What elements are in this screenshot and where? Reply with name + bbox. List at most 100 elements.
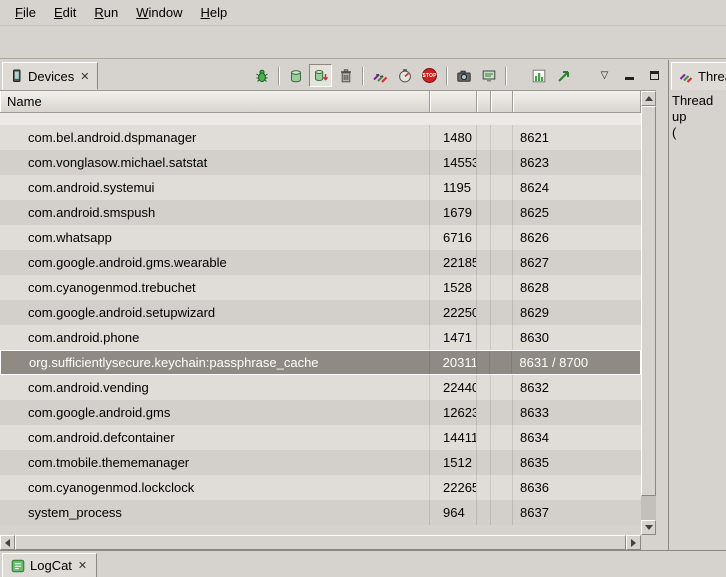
view-menu-icon[interactable]: ▽: [593, 64, 616, 87]
table-row[interactable]: com.whatsapp 6716 8626: [0, 225, 641, 250]
cause-gc-icon[interactable]: [334, 64, 357, 87]
table-row[interactable]: com.google.android.setupwizard 22250 862…: [0, 300, 641, 325]
process-name: com.android.vending: [0, 375, 430, 400]
screen-capture-icon[interactable]: [452, 64, 475, 87]
horizontal-scrollbar-thumb[interactable]: [15, 535, 626, 550]
partial-row: [0, 113, 641, 125]
table-row[interactable]: system_process 964 8637: [0, 500, 641, 525]
horizontal-scrollbar[interactable]: [0, 535, 656, 550]
tab-devices[interactable]: Devices ✕: [2, 62, 98, 90]
scroll-left-icon[interactable]: [0, 535, 15, 550]
table-row[interactable]: com.android.defcontainer 14411 8634: [0, 425, 641, 450]
table-row[interactable]: com.cyanogenmod.trebuchet 1528 8628: [0, 275, 641, 300]
process-port: 8626: [513, 225, 641, 250]
column-header-port[interactable]: [513, 91, 641, 112]
process-name: com.cyanogenmod.lockclock: [0, 475, 430, 500]
process-cell: [477, 325, 491, 350]
stop-process-icon[interactable]: STOP: [418, 64, 441, 87]
close-icon[interactable]: ✕: [77, 559, 88, 572]
close-icon[interactable]: ✕: [79, 70, 90, 83]
process-pid: 14553: [430, 150, 477, 175]
minimize-icon[interactable]: [618, 64, 641, 87]
menu-file[interactable]: File: [6, 1, 45, 24]
table-row[interactable]: com.android.vending 22440 8632: [0, 375, 641, 400]
process-cell: [491, 250, 513, 275]
dump-hprof-icon[interactable]: [309, 64, 332, 87]
column-header-pid[interactable]: [430, 91, 477, 112]
scroll-up-icon[interactable]: [641, 91, 656, 106]
process-port: 8633: [513, 400, 641, 425]
menu-edit[interactable]: Edit: [45, 1, 85, 24]
process-name: com.android.systemui: [0, 175, 430, 200]
process-pid: 1679: [430, 200, 477, 225]
process-pid: 1512: [430, 450, 477, 475]
process-name: com.android.smspush: [0, 200, 430, 225]
vertical-scrollbar-thumb[interactable]: [641, 106, 656, 496]
table-row[interactable]: com.google.android.gms.wearable 22185 86…: [0, 250, 641, 275]
system-info-icon[interactable]: [477, 64, 500, 87]
process-pid: 1528: [430, 275, 477, 300]
update-threads-icon[interactable]: [368, 64, 391, 87]
debug-bug-icon[interactable]: [250, 64, 273, 87]
process-name: org.sufficientlysecure.keychain:passphra…: [1, 351, 430, 374]
process-name: com.whatsapp: [0, 225, 430, 250]
column-header-name[interactable]: Name: [0, 91, 430, 112]
process-cell: [491, 150, 513, 175]
process-name: com.google.android.gms: [0, 400, 430, 425]
update-heap-icon[interactable]: [284, 64, 307, 87]
process-pid: 1480: [430, 125, 477, 150]
process-pid: 12623: [430, 400, 477, 425]
process-name: com.google.android.setupwizard: [0, 300, 430, 325]
process-cell: [491, 175, 513, 200]
table-row[interactable]: com.bel.android.dspmanager 1480 8621: [0, 125, 641, 150]
toolbar-separator: [505, 67, 506, 85]
process-port: 8630: [513, 325, 641, 350]
menu-run[interactable]: Run: [85, 1, 127, 24]
process-cell: [491, 275, 513, 300]
process-pid: 964: [430, 500, 477, 525]
table-row[interactable]: com.cyanogenmod.lockclock 22265 8636: [0, 475, 641, 500]
process-port: 8636: [513, 475, 641, 500]
method-profiling-icon[interactable]: [393, 64, 416, 87]
maximize-icon[interactable]: [643, 64, 666, 87]
tab-logcat[interactable]: LogCat ✕: [2, 553, 97, 577]
process-cell: [477, 225, 491, 250]
process-name: com.vonglasow.michael.satstat: [0, 150, 430, 175]
tab-threads[interactable]: Threads: [671, 62, 726, 90]
threads-message-line1: Thread up: [672, 93, 723, 125]
process-port: 8628: [513, 275, 641, 300]
process-name: com.tmobile.thememanager: [0, 450, 430, 475]
table-row[interactable]: com.android.systemui 1195 8624: [0, 175, 641, 200]
table-row[interactable]: com.android.smspush 1679 8625: [0, 200, 641, 225]
main-toolbar-strip: [0, 26, 726, 59]
column-header[interactable]: [477, 91, 491, 112]
stop-label: STOP: [422, 73, 436, 79]
device-table-body: com.bel.android.dspmanager 1480 8621 com…: [0, 113, 641, 535]
report-icon[interactable]: [527, 64, 550, 87]
process-cell: [490, 351, 512, 374]
process-cell: [491, 200, 513, 225]
process-name: com.android.defcontainer: [0, 425, 430, 450]
table-row[interactable]: org.sufficientlysecure.keychain:passphra…: [0, 350, 641, 375]
process-cell: [477, 200, 491, 225]
process-port: 8632: [513, 375, 641, 400]
process-port: 8637: [513, 500, 641, 525]
threads-tabbar: Threads: [669, 60, 726, 90]
menu-window[interactable]: Window: [127, 1, 191, 24]
process-cell: [477, 125, 491, 150]
process-pid: 20311: [430, 351, 477, 374]
process-pid: 1471: [430, 325, 477, 350]
table-row[interactable]: com.tmobile.thememanager 1512 8635: [0, 450, 641, 475]
toolbar-separator: [278, 67, 279, 85]
vertical-scrollbar[interactable]: [641, 91, 656, 535]
table-row[interactable]: com.vonglasow.michael.satstat 14553 8623: [0, 150, 641, 175]
tracing-arrow-icon[interactable]: [552, 64, 575, 87]
scroll-down-icon[interactable]: [641, 520, 656, 535]
process-cell: [477, 150, 491, 175]
menu-help[interactable]: Help: [191, 1, 236, 24]
process-port: 8621: [513, 125, 641, 150]
table-row[interactable]: com.android.phone 1471 8630: [0, 325, 641, 350]
scroll-right-icon[interactable]: [626, 535, 641, 550]
table-row[interactable]: com.google.android.gms 12623 8633: [0, 400, 641, 425]
column-header[interactable]: [491, 91, 513, 112]
